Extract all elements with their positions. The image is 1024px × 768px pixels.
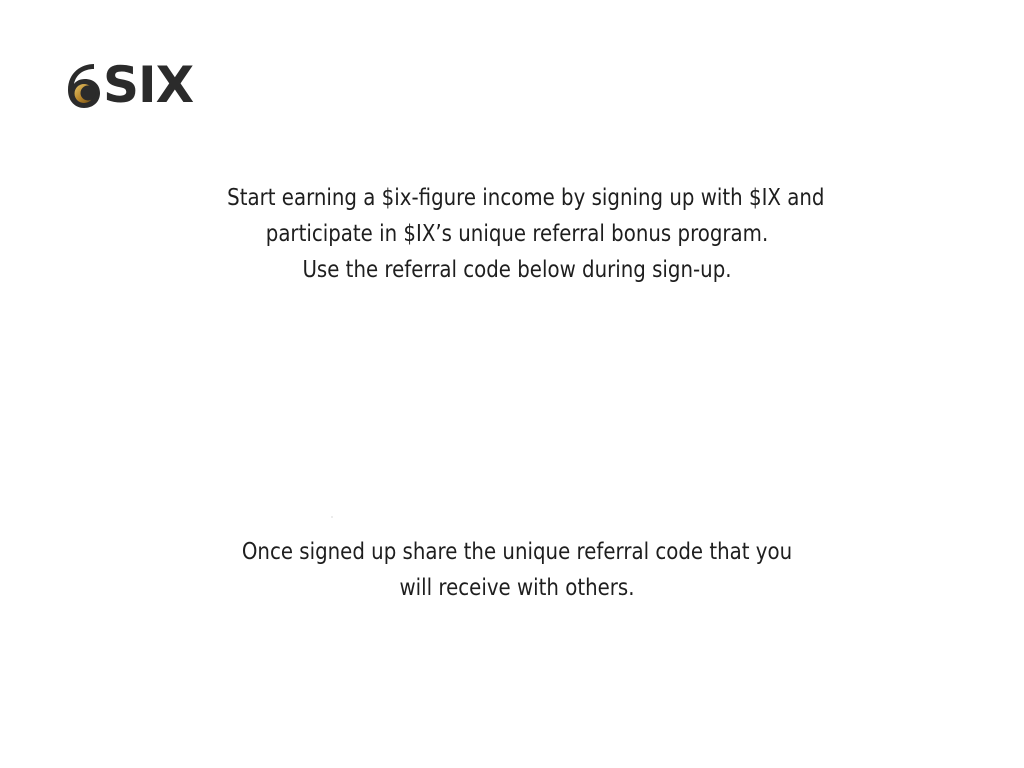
decorative-dot xyxy=(331,516,333,518)
share-note: Once signed up share the unique referral… xyxy=(227,534,807,606)
intro-line: participate in $IX’s unique referral bon… xyxy=(265,221,769,247)
intro-text: Start earning a $ix-figure income by sig… xyxy=(227,180,825,288)
note-line: will receive with others. xyxy=(399,575,635,601)
six-logo[interactable]: SIX xyxy=(64,56,194,114)
intro-line: Use the referral code below during sign-… xyxy=(302,257,732,283)
six-logo-icon xyxy=(68,64,100,108)
intro-line: Start earning a $ix-figure income by sig… xyxy=(227,185,825,211)
logo-text: SIX xyxy=(103,56,194,114)
note-line: Once signed up share the unique referral… xyxy=(241,539,793,565)
